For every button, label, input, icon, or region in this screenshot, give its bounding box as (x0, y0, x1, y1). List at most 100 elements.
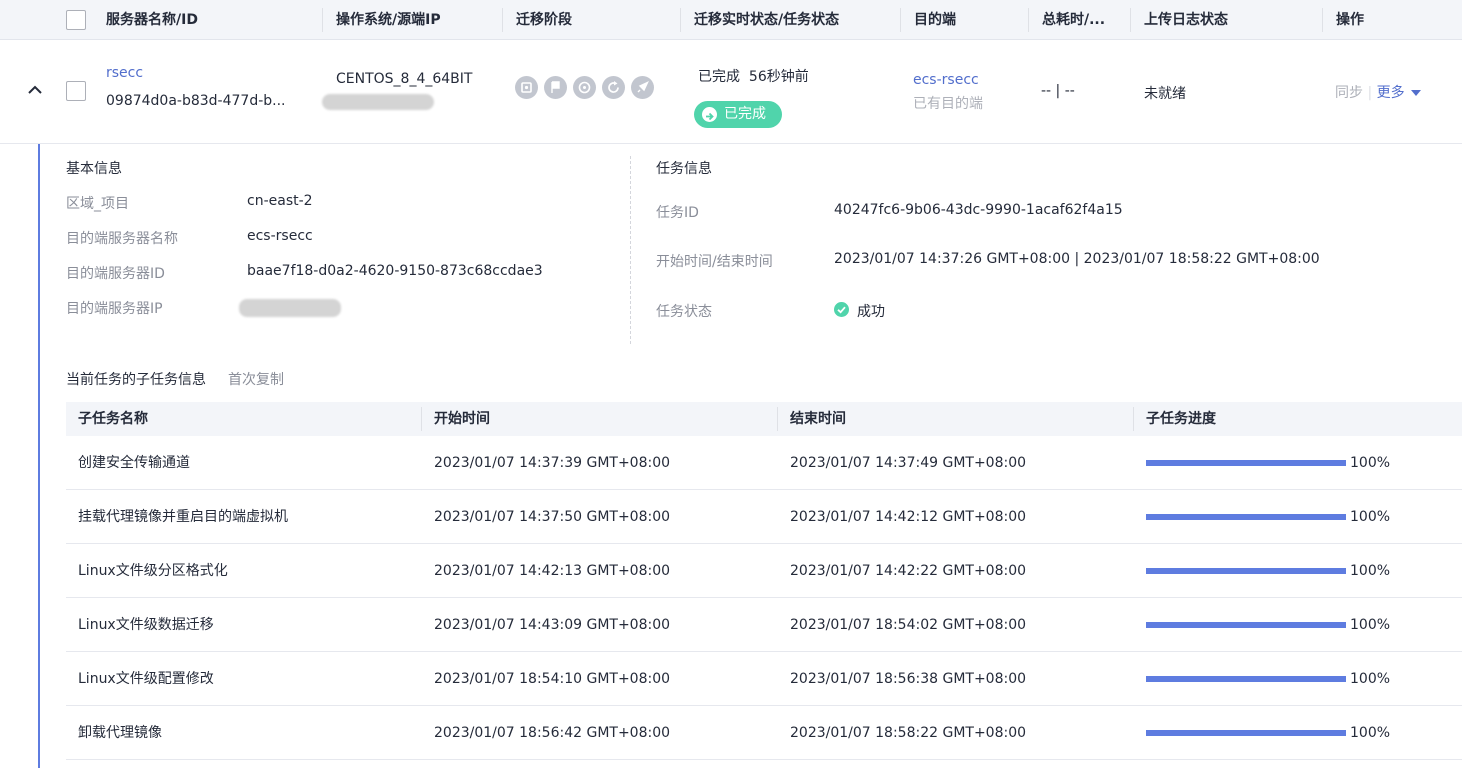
server-id: 09874d0a-b83d-477d-b... (106, 93, 286, 109)
column-divider[interactable] (322, 8, 323, 32)
progress-bar (1146, 676, 1346, 682)
progress-percent: 100% (1350, 509, 1391, 525)
image-icon (515, 76, 538, 99)
progress-bar-fill (1146, 568, 1346, 574)
col-log-status: 上传日志状态 (1144, 12, 1228, 28)
subtask-subtitle: 首次复制 (228, 372, 284, 388)
more-button[interactable]: 更多 (1377, 85, 1421, 101)
subtask-start: 2023/01/07 18:56:42 GMT+08:00 (434, 725, 671, 741)
col-target: 目的端 (914, 12, 956, 28)
subtask-name: Linux文件级分区格式化 (78, 563, 228, 579)
server-row[interactable]: rsecc 09874d0a-b83d-477d-b... CENTOS_8_4… (0, 41, 1462, 144)
subtask-name: 卸载代理镜像 (78, 725, 162, 741)
subtask-name: 创建安全传输通道 (78, 455, 190, 471)
region-value: cn-east-2 (247, 193, 313, 209)
subtask-end: 2023/01/07 18:54:02 GMT+08:00 (790, 617, 1027, 633)
col-actions: 操作 (1336, 12, 1364, 28)
col-subtask-start: 开始时间 (434, 411, 490, 427)
log-status-value: 未就绪 (1144, 86, 1186, 102)
subtask-row: 卸载代理镜像 2023/01/07 18:56:42 GMT+08:00 2023/… (66, 706, 1462, 760)
task-status-badge: 已完成 (694, 101, 782, 128)
subtask-start: 2023/01/07 14:43:09 GMT+08:00 (434, 617, 671, 633)
refresh-icon (602, 76, 625, 99)
subtask-name: Linux文件级数据迁移 (78, 617, 214, 633)
target-ip-label: 目的端服务器IP (66, 301, 163, 317)
column-divider[interactable] (777, 407, 778, 431)
progress-percent: 100% (1350, 617, 1391, 633)
column-divider[interactable] (1130, 8, 1131, 32)
task-id-label: 任务ID (656, 205, 699, 221)
subtask-row: 创建安全传输通道 2023/01/07 14:37:39 GMT+08:00 202… (66, 436, 1462, 490)
subtask-row: Linux文件级分区格式化 2023/01/07 14:42:13 GMT+08:… (66, 544, 1462, 598)
progress-percent: 100% (1350, 455, 1391, 471)
row-checkbox[interactable] (66, 81, 86, 101)
column-divider[interactable] (1028, 8, 1029, 32)
target-id-label: 目的端服务器ID (66, 266, 165, 282)
subtask-start: 2023/01/07 14:42:13 GMT+08:00 (434, 563, 671, 579)
row-actions: 同步 | 更多 (1335, 82, 1421, 102)
server-name-link[interactable]: rsecc (106, 65, 143, 81)
arrow-right-icon (702, 107, 717, 122)
subtask-row: Linux文件级数据迁移 2023/01/07 14:43:09 GMT+08:0… (66, 598, 1462, 652)
source-ip-redacted (322, 94, 434, 110)
column-divider[interactable] (1322, 8, 1323, 32)
task-time-value: 2023/01/07 14:37:26 GMT+08:00 | 2023/01/… (834, 251, 1320, 267)
subtask-end: 2023/01/07 18:58:22 GMT+08:00 (790, 725, 1027, 741)
progress-bar-fill (1146, 676, 1346, 682)
subtask-end: 2023/01/07 14:42:12 GMT+08:00 (790, 509, 1027, 525)
subtask-end: 2023/01/07 14:42:22 GMT+08:00 (790, 563, 1027, 579)
server-detail-panel: 基本信息 区域_项目 cn-east-2 目的端服务器名称 ecs-rsecc … (0, 144, 1462, 768)
progress-bar (1146, 622, 1346, 628)
col-server-name: 服务器名称/ID (106, 12, 198, 28)
progress-bar-fill (1146, 460, 1346, 466)
target-name-value: ecs-rsecc (247, 228, 313, 244)
subtask-table-header: 子任务名称 开始时间 结束时间 子任务进度 (66, 402, 1462, 436)
task-time-label: 开始时间/结束时间 (656, 254, 773, 270)
sync-button[interactable]: 同步 (1335, 85, 1363, 101)
caret-down-icon (1410, 90, 1421, 96)
progress-bar (1146, 730, 1346, 736)
column-divider[interactable] (680, 8, 681, 32)
server-os: CENTOS_8_4_64BIT (336, 71, 473, 87)
task-status-label: 已完成 (724, 106, 766, 122)
status-label: 已完成 (698, 69, 740, 85)
status-text: 已完成 56秒钟前 (698, 66, 809, 86)
column-divider[interactable] (1133, 407, 1134, 431)
progress-bar-fill (1146, 730, 1346, 736)
col-stage: 迁移阶段 (516, 12, 572, 28)
subtask-end: 2023/01/07 14:37:49 GMT+08:00 (790, 455, 1027, 471)
col-os-ip: 操作系统/源端IP (336, 12, 441, 28)
col-duration: 总耗时/... (1042, 12, 1106, 28)
progress-bar (1146, 568, 1346, 574)
target-server-link[interactable]: ecs-rsecc (913, 72, 979, 88)
subtask-start: 2023/01/07 14:37:39 GMT+08:00 (434, 455, 671, 471)
progress-bar-fill (1146, 622, 1346, 628)
progress-bar-fill (1146, 514, 1346, 520)
subtask-row: 挂载代理镜像并重启目的端虚拟机 2023/01/07 14:37:50 GMT+0… (66, 490, 1462, 544)
status-time: 56秒钟前 (748, 69, 809, 85)
action-separator: | (1367, 85, 1373, 101)
column-divider[interactable] (900, 8, 901, 32)
col-subtask-name: 子任务名称 (78, 411, 148, 427)
chevron-up-icon[interactable] (26, 81, 44, 99)
subtask-start: 2023/01/07 18:54:10 GMT+08:00 (434, 671, 671, 687)
region-label: 区域_项目 (66, 196, 129, 212)
progress-bar (1146, 514, 1346, 520)
progress-percent: 100% (1350, 563, 1391, 579)
rocket-icon (631, 76, 654, 99)
duration-value: -- | -- (1041, 83, 1075, 99)
detail-indicator (38, 144, 40, 768)
progress-percent: 100% (1350, 725, 1391, 741)
more-label: 更多 (1376, 85, 1405, 101)
subtask-start: 2023/01/07 14:37:50 GMT+08:00 (434, 509, 671, 525)
server-table-header: 服务器名称/ID 操作系统/源端IP 迁移阶段 迁移实时状态/任务状态 目的端 … (0, 0, 1462, 40)
column-divider[interactable] (502, 8, 503, 32)
sync-icon (573, 76, 596, 99)
col-subtask-end: 结束时间 (790, 411, 846, 427)
target-note: 已有目的端 (913, 96, 983, 112)
task-info-title: 任务信息 (656, 161, 712, 177)
select-all-checkbox[interactable] (66, 10, 86, 30)
subtask-end: 2023/01/07 18:56:38 GMT+08:00 (790, 671, 1027, 687)
column-divider[interactable] (421, 407, 422, 431)
col-status: 迁移实时状态/任务状态 (694, 12, 840, 28)
